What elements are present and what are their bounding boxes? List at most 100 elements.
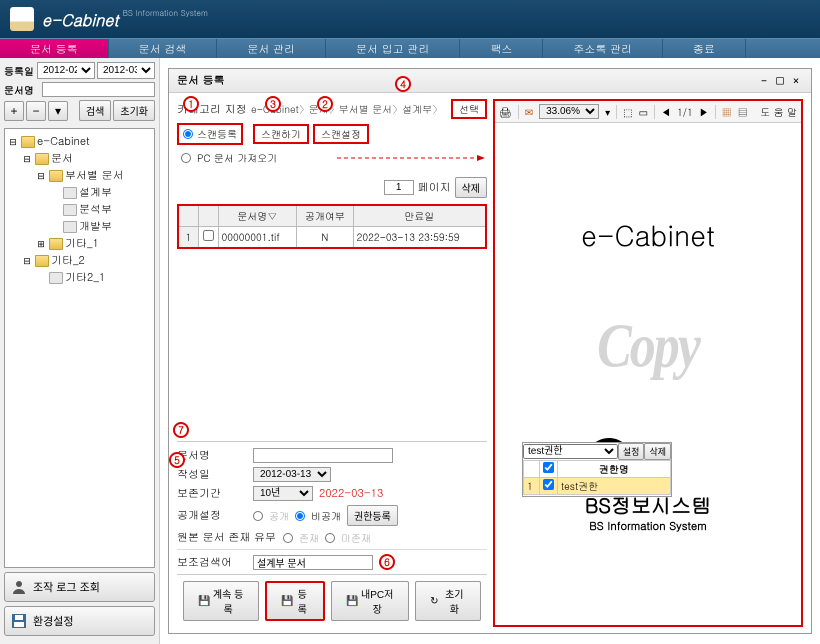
mail-icon[interactable]: ✉: [525, 105, 533, 119]
annotation-7: 7: [173, 422, 189, 438]
print-icon[interactable]: 🖨: [499, 105, 512, 119]
retention-until: 2022-03-13: [319, 486, 383, 501]
preview-title: e-Cabinet: [581, 214, 715, 254]
page-number-input[interactable]: [384, 180, 414, 195]
perm-header-checkbox[interactable]: [543, 462, 554, 473]
zoom-select[interactable]: 33.06%: [539, 104, 599, 119]
menu-exit[interactable]: 종료: [663, 39, 746, 58]
original-label: 원본 문서 존재 유무: [177, 530, 277, 545]
continue-register-button[interactable]: 💾계속 등록: [183, 581, 259, 621]
tool-icon[interactable]: ▦: [722, 105, 732, 119]
maximize-button[interactable]: □: [773, 74, 787, 88]
category-select-button[interactable]: 선택: [451, 99, 487, 119]
aux-search-input[interactable]: [253, 555, 373, 570]
permission-select[interactable]: test권한: [523, 444, 618, 459]
remove-button[interactable]: −: [26, 101, 46, 121]
perm-row-checkbox[interactable]: [543, 479, 554, 490]
menu-doc-inbound[interactable]: 문서 입고 관리: [326, 39, 460, 58]
app-header: e-Cabinet BS Information System: [0, 0, 820, 38]
user-icon: [11, 579, 27, 595]
annotation-4: 4: [395, 76, 411, 92]
created-date-select[interactable]: 2012-03-13: [253, 467, 331, 482]
date-to-select[interactable]: 2012-03-13: [97, 62, 155, 79]
filter-name-input[interactable]: [42, 82, 155, 97]
pc-import-radio[interactable]: [181, 153, 191, 163]
annotation-1: 1: [183, 96, 199, 112]
tree-node[interactable]: ⊟부서별 문서: [7, 167, 152, 184]
folder-icon: [35, 153, 49, 165]
more-button[interactable]: ▾: [48, 101, 68, 121]
folder-tree[interactable]: ⊟e-Cabinet ⊟문서 ⊟부서별 문서 설계부 분석부 개발부 ⊞기타_1…: [4, 128, 155, 568]
nonpublic-radio[interactable]: [295, 511, 305, 521]
scan-button[interactable]: 스캔하기: [253, 124, 309, 144]
folder-grey-icon: [63, 204, 77, 216]
tree-node[interactable]: ⊞기타_1: [7, 235, 152, 252]
tree-node[interactable]: 분석부: [7, 201, 152, 218]
row-checkbox[interactable]: [203, 230, 214, 241]
next-page-icon[interactable]: ▶: [699, 105, 709, 119]
folder-icon: [49, 170, 63, 182]
menu-doc-register[interactable]: 문서 등록: [0, 39, 109, 58]
save-icon: 💾: [281, 596, 291, 606]
help-label[interactable]: 도 움 말: [760, 105, 797, 119]
col-expire[interactable]: 만료일: [353, 205, 486, 227]
zoom-dropdown-icon[interactable]: ▾: [605, 105, 610, 119]
arrow-icon: [337, 153, 487, 163]
menu-doc-search[interactable]: 문서 검색: [109, 39, 218, 58]
save-pc-button[interactable]: 💾내PC저장: [331, 581, 409, 621]
created-label: 작성일: [177, 467, 247, 482]
docname-input[interactable]: [253, 448, 393, 463]
perm-set-button[interactable]: 설정: [618, 443, 645, 460]
prev-page-icon[interactable]: ◀: [661, 105, 671, 119]
permission-panel: test권한 설정 삭제 권한명 1test권한: [522, 442, 672, 497]
col-public[interactable]: 공개여부: [297, 205, 354, 227]
page-delete-button[interactable]: 삭제: [455, 177, 487, 198]
tree-node[interactable]: ⊟문서: [7, 150, 152, 167]
perm-register-button[interactable]: 권한등록: [347, 505, 398, 526]
docname-label: 문서명: [177, 448, 247, 463]
tool-icon-2[interactable]: ▤: [738, 105, 748, 119]
folder-grey-icon: [63, 187, 77, 199]
menu-doc-manage[interactable]: 문서 관리: [217, 39, 326, 58]
tree-root[interactable]: ⊟e-Cabinet: [7, 133, 152, 150]
perm-row[interactable]: 1test권한: [524, 478, 671, 495]
scan-register-radio[interactable]: [183, 129, 193, 139]
reset-button[interactable]: 초기화: [113, 100, 155, 121]
settings-button[interactable]: 환경설정: [4, 606, 155, 636]
retention-label: 보존기간: [177, 486, 247, 501]
orig-notexists-radio[interactable]: [325, 533, 335, 543]
menu-address[interactable]: 주소록 관리: [543, 39, 663, 58]
search-button[interactable]: 검색: [79, 100, 111, 121]
minimize-button[interactable]: –: [757, 74, 771, 88]
public-radio[interactable]: [253, 511, 263, 521]
menu-fax[interactable]: 팩스: [460, 39, 543, 58]
close-button[interactable]: ×: [789, 74, 803, 88]
tree-node[interactable]: ⊟기타_2: [7, 252, 152, 269]
folder-grey-icon: [49, 272, 63, 284]
orig-exists-radio[interactable]: [283, 533, 293, 543]
sidebar: 등록일 2012-02-13 2012-03-13 문서명 + − ▾ 검색 초…: [0, 58, 160, 644]
content-area: 문서 등록 – □ × 1 3 2 4 카테고리 지정: [160, 58, 820, 644]
perm-del-button[interactable]: 삭제: [644, 443, 671, 460]
add-button[interactable]: +: [4, 101, 24, 121]
scan-settings-button[interactable]: 스캔설정: [313, 124, 369, 144]
window-titlebar: 문서 등록 – □ ×: [169, 69, 811, 93]
doc-left-pane: 1 3 2 4 카테고리 지정 e-Cabinet〉문서〉부서별 문서〉설계부〉…: [177, 99, 487, 627]
annotation-5: 5: [169, 452, 185, 468]
brand-subtitle: BS Information System: [585, 519, 711, 534]
date-from-select[interactable]: 2012-02-13: [37, 62, 95, 79]
retention-select[interactable]: 10년: [253, 486, 313, 501]
app-subtitle: BS Information System: [122, 8, 207, 19]
tree-node[interactable]: 기타2_1: [7, 269, 152, 286]
op-log-button[interactable]: 조작 로그 조회: [4, 572, 155, 602]
register-button[interactable]: 💾등록: [265, 581, 325, 621]
fit-page-icon[interactable]: ▭: [639, 105, 648, 119]
annotation-6: 6: [379, 554, 395, 570]
tree-node[interactable]: 개발부: [7, 218, 152, 235]
fit-width-icon[interactable]: ⬚: [623, 105, 632, 119]
footer-reset-button[interactable]: ↻초기화: [415, 581, 481, 621]
table-row[interactable]: 1 00000001.tif N 2022-03-13 23:59:59: [178, 227, 486, 249]
folder-icon: [49, 238, 63, 250]
tree-node[interactable]: 설계부: [7, 184, 152, 201]
col-filename[interactable]: 문서명▽: [218, 205, 297, 227]
